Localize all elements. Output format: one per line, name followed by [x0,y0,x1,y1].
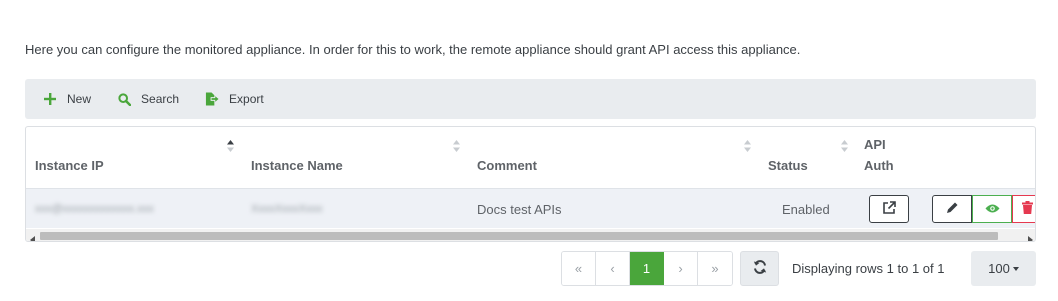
column-label: Comment [477,158,537,173]
edit-button[interactable] [932,195,972,223]
plus-icon [43,92,57,106]
new-button[interactable]: New [43,92,91,106]
caret-down-icon [1012,266,1019,271]
search-icon [117,92,131,106]
delete-button[interactable] [1012,195,1035,223]
column-label: API Auth [864,134,894,176]
view-button[interactable] [972,195,1012,223]
eye-icon [985,202,1000,217]
appliance-table: Instance IP Instance Name Comment Status [25,126,1036,242]
column-label-line: API [864,137,886,152]
page-size-value: 100 [988,261,1010,276]
horizontal-scrollbar[interactable] [26,229,1035,241]
first-page-button[interactable]: « [562,252,596,285]
new-button-label: New [67,92,92,106]
cell-comment: Docs test APIs [477,201,562,217]
column-label: Instance IP [35,158,104,173]
table-row[interactable]: xxx@xxxxxxxxxxxxx.xxx XxxxXxxxXxxx Docs … [26,188,1035,228]
external-link-icon [882,200,896,218]
pagination-info: Displaying rows 1 to 1 of 1 [792,261,945,276]
sort-icon [743,139,752,153]
scroll-right-icon[interactable] [1026,232,1034,241]
sort-icon [840,139,849,153]
sort-icon [452,139,461,153]
scrollbar-thumb[interactable] [40,232,998,240]
column-label-line: Auth [864,158,894,173]
column-header-instance-name[interactable]: Instance Name [242,127,468,188]
export-button-label: Export [229,92,264,106]
pagination: « ‹ 1 › » [561,251,733,286]
next-page-button[interactable]: › [664,252,698,285]
column-header-instance-ip[interactable]: Instance IP [26,127,242,188]
cell-status: Enabled [782,201,830,217]
page-size-dropdown[interactable]: 100 [971,251,1036,286]
column-header-comment[interactable]: Comment [468,127,759,188]
scroll-left-icon[interactable] [29,232,37,241]
grid-toolbar: New Search Export [25,79,1036,119]
pencil-icon [946,201,959,217]
refresh-icon [753,260,767,277]
page-1-button[interactable]: 1 [630,252,664,285]
table-header: Instance IP Instance Name Comment Status [26,127,1035,188]
cell-instance-name: XxxxXxxxXxxx [251,203,323,215]
trash-icon [1022,201,1033,217]
column-label: Status [768,158,808,173]
refresh-button[interactable] [740,251,779,286]
search-button-label: Search [141,92,180,106]
page-description: Here you can configure the monitored app… [25,42,801,57]
export-button[interactable]: Export [205,92,264,106]
column-header-status[interactable]: Status [759,127,855,188]
api-auth-open-button[interactable] [869,195,909,223]
column-header-api-auth[interactable]: API Auth [855,127,935,188]
cell-instance-ip: xxx@xxxxxxxxxxxxx.xxx [35,203,154,215]
column-label: Instance Name [251,158,343,173]
search-button[interactable]: Search [117,92,179,106]
sort-asc-icon [226,139,235,153]
previous-page-button[interactable]: ‹ [596,252,630,285]
last-page-button[interactable]: » [698,252,732,285]
file-export-icon [205,92,219,106]
